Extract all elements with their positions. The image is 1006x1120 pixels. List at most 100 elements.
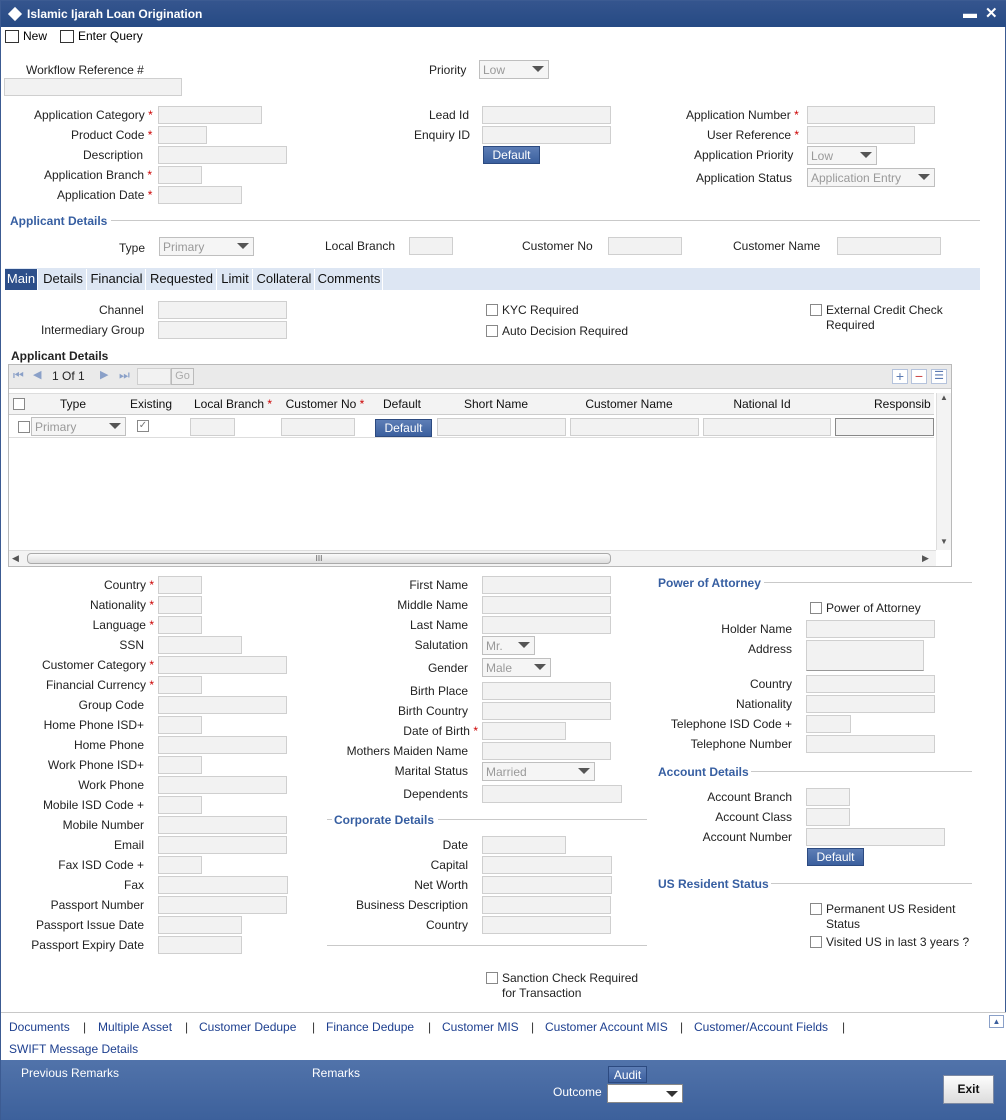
language-input[interactable] — [158, 616, 202, 634]
enter-query-button[interactable]: Enter Query — [60, 29, 143, 43]
mobile-number-input[interactable] — [158, 816, 287, 834]
audit-button[interactable]: Audit — [608, 1066, 647, 1083]
customer-no-input[interactable] — [608, 237, 682, 255]
first-name-input[interactable] — [482, 576, 611, 594]
business-desc-input[interactable] — [482, 896, 611, 914]
tab-financial[interactable]: Financial — [88, 269, 146, 290]
exit-button[interactable]: Exit — [943, 1075, 994, 1104]
row-existing-checkbox[interactable]: ✓ — [137, 420, 149, 432]
link-multiple-asset[interactable]: Multiple Asset — [98, 1020, 172, 1034]
last-page-icon[interactable]: ⏭ — [119, 368, 130, 383]
corp-country-input[interactable] — [482, 916, 611, 934]
account-default-button[interactable]: Default — [807, 848, 864, 866]
row-short-name-input[interactable] — [437, 418, 566, 436]
auto-decision-checkbox[interactable] — [486, 325, 498, 337]
app-branch-input[interactable] — [158, 166, 202, 184]
last-name-input[interactable] — [482, 616, 611, 634]
dependents-input[interactable] — [482, 785, 622, 803]
app-status-select[interactable]: Application Entry — [807, 168, 935, 187]
dob-input[interactable] — [482, 722, 566, 740]
app-number-input[interactable] — [807, 106, 935, 124]
customer-name-input[interactable] — [837, 237, 941, 255]
home-phone-input[interactable] — [158, 736, 287, 754]
page-number-input[interactable] — [137, 368, 171, 385]
lead-id-input[interactable] — [482, 106, 611, 124]
gender-select[interactable]: Male — [482, 658, 551, 677]
net-worth-input[interactable] — [482, 876, 612, 894]
go-button[interactable]: Go — [171, 368, 194, 385]
product-code-input[interactable] — [158, 126, 207, 144]
link-customer-dedupe[interactable]: Customer Dedupe — [199, 1020, 296, 1034]
row-checkbox[interactable] — [18, 421, 30, 433]
poa-country-input[interactable] — [806, 675, 935, 693]
customer-category-input[interactable] — [158, 656, 287, 674]
link-finance-dedupe[interactable]: Finance Dedupe — [326, 1020, 414, 1034]
fax-input[interactable] — [158, 876, 288, 894]
row-type-select[interactable]: Primary — [31, 417, 126, 436]
tel-number-input[interactable] — [806, 735, 935, 753]
financial-currency-input[interactable] — [158, 676, 202, 694]
passport-issue-input[interactable] — [158, 916, 242, 934]
work-isd-input[interactable] — [158, 756, 202, 774]
middle-name-input[interactable] — [482, 596, 611, 614]
email-input[interactable] — [158, 836, 287, 854]
birth-place-input[interactable] — [482, 682, 611, 700]
tab-limit[interactable]: Limit — [218, 269, 253, 290]
link-swift-message[interactable]: SWIFT Message Details — [9, 1042, 138, 1056]
user-ref-input[interactable] — [807, 126, 915, 144]
salutation-select[interactable]: Mr. — [482, 636, 535, 655]
app-category-input[interactable] — [158, 106, 262, 124]
sanction-checkbox[interactable] — [486, 972, 498, 984]
link-customer-account-fields[interactable]: Customer/Account Fields — [694, 1020, 828, 1034]
tab-requested[interactable]: Requested — [147, 269, 217, 290]
tab-comments[interactable]: Comments — [316, 269, 383, 290]
visited-us-checkbox[interactable] — [810, 936, 822, 948]
tel-isd-input[interactable] — [806, 715, 851, 733]
row-responsibility-input[interactable] — [835, 418, 934, 436]
row-customer-name-input[interactable] — [570, 418, 699, 436]
add-row-icon[interactable]: + — [892, 369, 908, 384]
ssn-input[interactable] — [158, 636, 242, 654]
priority-select[interactable]: Low — [479, 60, 549, 79]
intermediary-input[interactable] — [158, 321, 287, 339]
horizontal-scrollbar[interactable]: ◀ III ▶ — [9, 550, 936, 566]
channel-input[interactable] — [158, 301, 287, 319]
kyc-checkbox[interactable] — [486, 304, 498, 316]
outcome-select[interactable] — [607, 1084, 683, 1103]
row-default-button[interactable]: Default — [375, 419, 432, 437]
local-branch-input[interactable] — [409, 237, 453, 255]
link-documents[interactable]: Documents — [9, 1020, 70, 1034]
row-customer-no-input[interactable] — [281, 418, 355, 436]
nationality-input[interactable] — [158, 596, 202, 614]
select-all-checkbox[interactable] — [13, 398, 25, 410]
mothers-maiden-input[interactable] — [482, 742, 611, 760]
prev-page-icon[interactable]: ◀ — [33, 368, 41, 381]
link-customer-mis[interactable]: Customer MIS — [442, 1020, 519, 1034]
account-class-input[interactable] — [806, 808, 850, 826]
poa-nationality-input[interactable] — [806, 695, 935, 713]
home-isd-input[interactable] — [158, 716, 202, 734]
account-branch-input[interactable] — [806, 788, 850, 806]
holder-name-input[interactable] — [806, 620, 935, 638]
delete-row-icon[interactable]: − — [911, 369, 927, 384]
ext-credit-checkbox[interactable] — [810, 304, 822, 316]
tab-details[interactable]: Details — [40, 269, 87, 290]
enquiry-id-input[interactable] — [482, 126, 611, 144]
tab-main[interactable]: Main — [5, 269, 38, 290]
workflow-ref-input[interactable] — [4, 78, 182, 96]
header-default-button[interactable]: Default — [483, 146, 540, 164]
link-customer-account-mis[interactable]: Customer Account MIS — [545, 1020, 668, 1034]
app-priority-select[interactable]: Low — [807, 146, 877, 165]
birth-country-input[interactable] — [482, 702, 611, 720]
description-input[interactable] — [158, 146, 287, 164]
close-icon[interactable]: ✕ — [985, 4, 998, 22]
collapse-up-icon[interactable]: ▲ — [989, 1015, 1004, 1028]
new-button[interactable]: New — [5, 29, 47, 43]
poa-checkbox[interactable] — [810, 602, 822, 614]
minimize-icon[interactable]: ▬ — [963, 6, 977, 20]
vertical-scrollbar[interactable]: ▲ ▼ — [936, 393, 951, 550]
next-page-icon[interactable]: ▶ — [100, 368, 108, 381]
address-input[interactable] — [806, 640, 924, 671]
view-row-icon[interactable]: ☰ — [931, 369, 947, 384]
capital-input[interactable] — [482, 856, 612, 874]
